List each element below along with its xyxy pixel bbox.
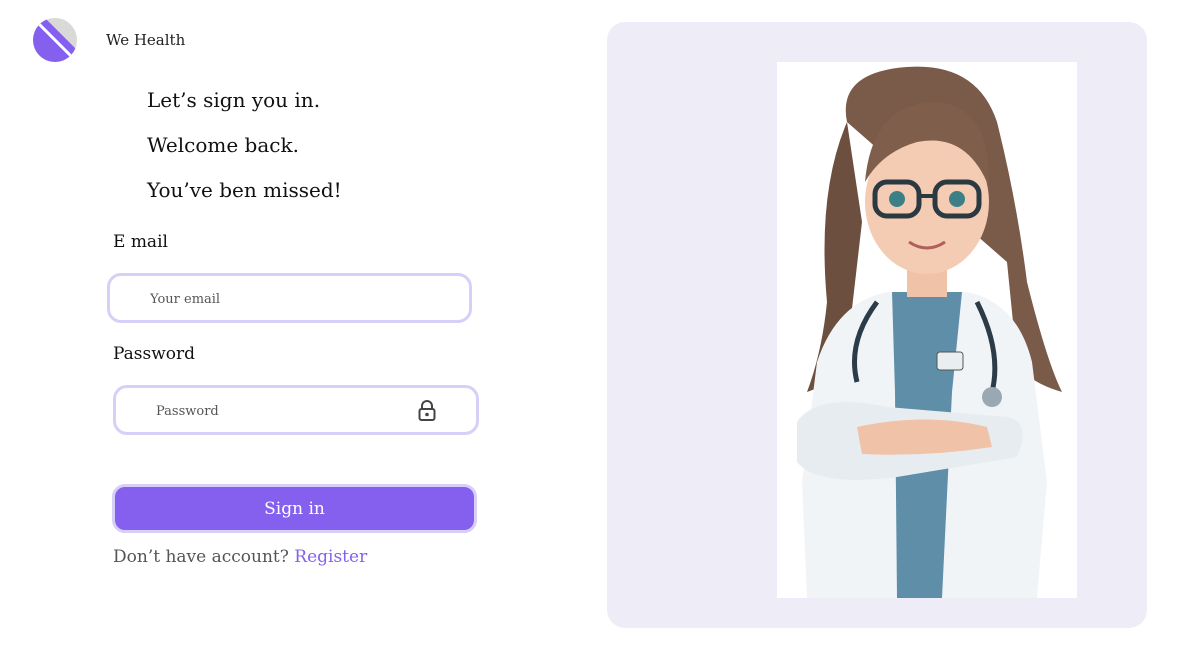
welcome-subheading: Welcome back. <box>147 133 299 157</box>
register-link[interactable]: Register <box>294 547 367 567</box>
password-input[interactable] <box>156 400 396 422</box>
register-prompt: Don’t have account? Register <box>113 547 367 567</box>
welcome-heading: Let’s sign you in. <box>147 88 321 112</box>
hero-panel <box>607 22 1147 628</box>
doctor-illustration <box>777 62 1077 598</box>
email-input[interactable] <box>150 288 390 310</box>
email-label: E mail <box>113 232 168 252</box>
welcome-message: You’ve ben missed! <box>147 178 342 202</box>
email-field[interactable] <box>107 273 472 323</box>
brand-logo-icon <box>33 18 77 62</box>
lock-icon <box>416 399 438 423</box>
password-field[interactable] <box>113 385 479 435</box>
register-prompt-text: Don’t have account? <box>113 547 289 567</box>
sign-in-button[interactable]: Sign in <box>112 484 477 533</box>
brand-name: We Health <box>106 31 186 49</box>
password-label: Password <box>113 344 196 364</box>
